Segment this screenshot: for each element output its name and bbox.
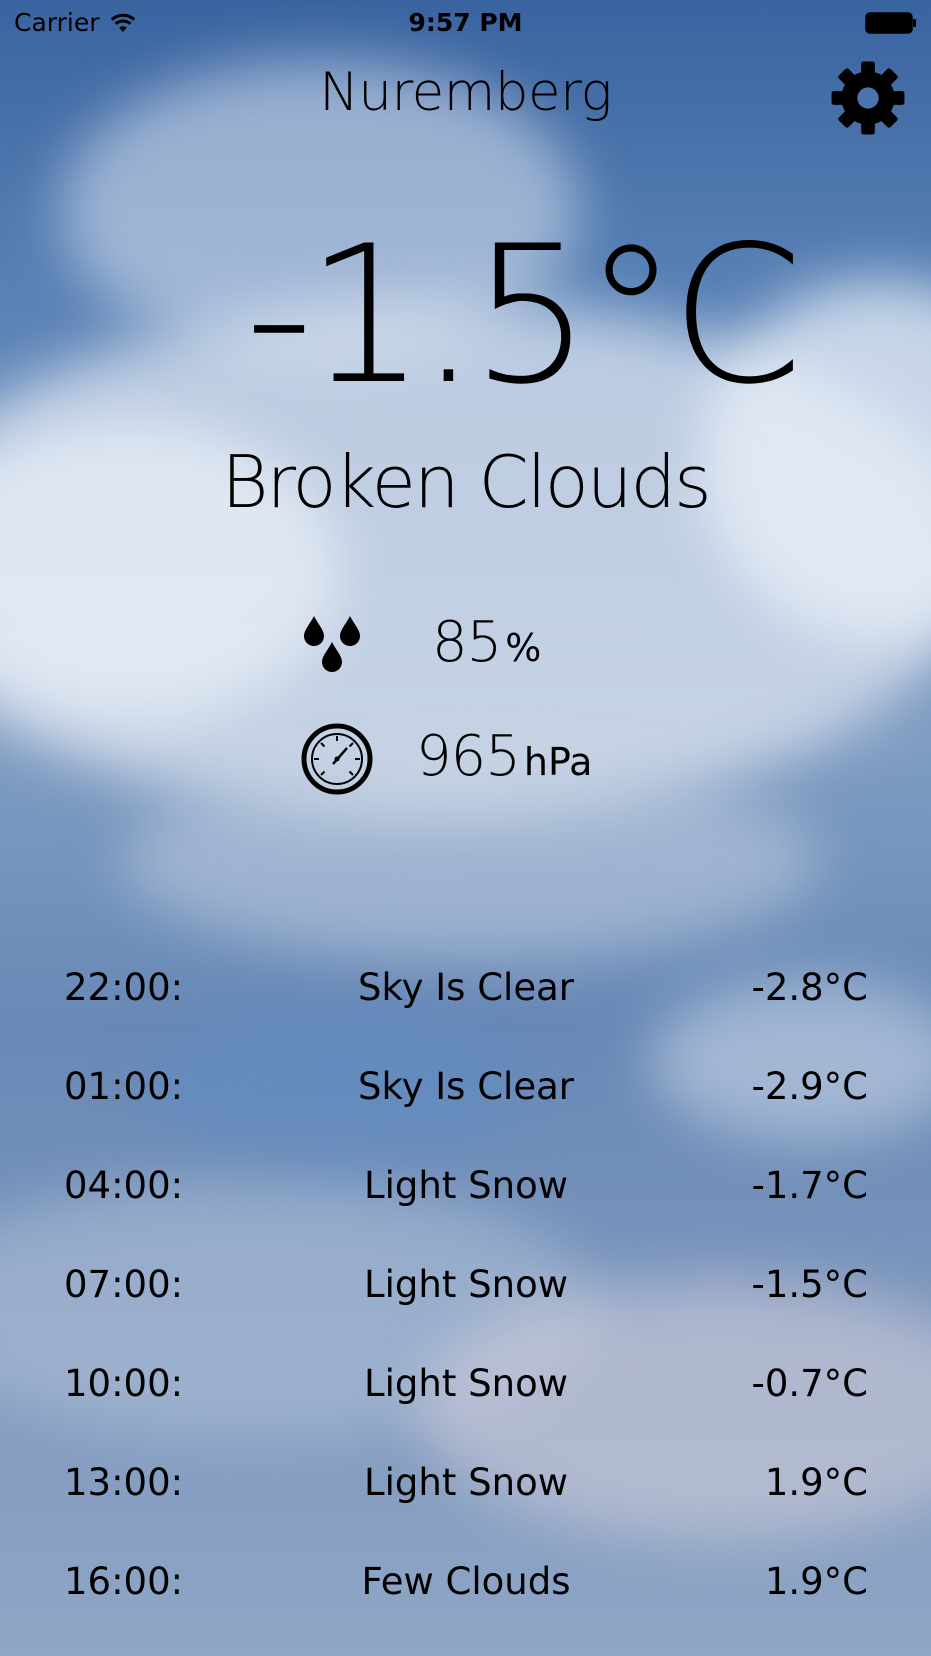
status-time: 9:57 PM	[408, 8, 523, 37]
forecast-temperature: -1.7°C	[751, 1164, 868, 1207]
barometer-icon	[301, 723, 373, 795]
forecast-row: 04:00: Light Snow -1.7°C	[64, 1164, 868, 1263]
forecast-row: 10:00: Light Snow -0.7°C	[64, 1362, 868, 1461]
pressure-unit: hPa	[523, 740, 593, 784]
status-bar: Carrier 9:57 PM	[0, 0, 931, 44]
humidity-unit: %	[505, 626, 542, 670]
forecast-temperature: -1.5°C	[751, 1263, 868, 1306]
current-condition: Broken Clouds	[221, 440, 711, 524]
city-title: Nuremberg	[319, 62, 612, 123]
forecast-description: Light Snow	[364, 1362, 568, 1405]
forecast-description: Sky Is Clear	[358, 966, 574, 1009]
forecast-description: Light Snow	[364, 1461, 568, 1504]
forecast-row: 22:00: Sky Is Clear -2.8°C	[64, 966, 868, 1065]
gear-icon	[831, 61, 905, 135]
humidity-reading: 85 %	[432, 610, 541, 675]
humidity-value: 85	[432, 610, 502, 675]
pressure-reading: 965 hPa	[416, 724, 592, 789]
forecast-temperature: -0.7°C	[751, 1362, 868, 1405]
forecast-temperature: -2.9°C	[751, 1065, 868, 1108]
forecast-temperature: 1.9°C	[764, 1461, 868, 1504]
cloud	[120, 760, 820, 960]
forecast-description: Light Snow	[364, 1164, 568, 1207]
forecast-description: Sky Is Clear	[358, 1065, 574, 1108]
forecast-row: 07:00: Light Snow -1.5°C	[64, 1263, 868, 1362]
forecast-list: 22:00: Sky Is Clear -2.8°C 01:00: Sky Is…	[64, 966, 868, 1656]
settings-button[interactable]	[830, 60, 906, 136]
battery-icon	[865, 12, 916, 34]
forecast-row: 01:00: Sky Is Clear -2.9°C	[64, 1065, 868, 1164]
pressure-value: 965	[416, 724, 521, 789]
forecast-row: 16:00: Few Clouds 1.9°C	[64, 1560, 868, 1656]
forecast-temperature: -2.8°C	[751, 966, 868, 1009]
water-drops-icon	[304, 616, 360, 672]
forecast-description: Few Clouds	[361, 1560, 571, 1603]
forecast-temperature: 1.9°C	[764, 1560, 868, 1603]
forecast-row: 13:00: Light Snow 1.9°C	[64, 1461, 868, 1560]
forecast-description: Light Snow	[364, 1263, 568, 1306]
current-temperature: -1.5°C	[244, 205, 803, 426]
